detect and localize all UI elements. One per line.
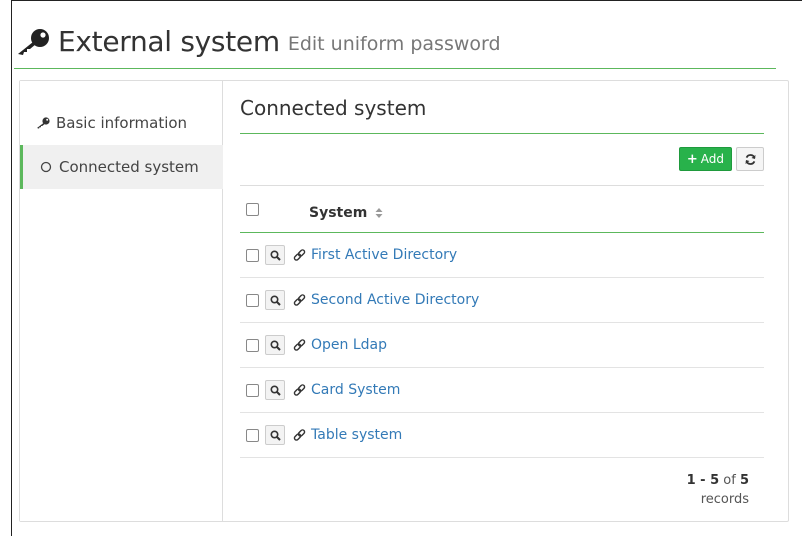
magnifier-icon <box>269 384 281 396</box>
circle-icon <box>40 161 52 173</box>
pager-suffix: records <box>700 492 749 507</box>
row-checkbox[interactable] <box>246 383 259 397</box>
row-checkbox[interactable] <box>246 338 259 352</box>
plus-icon: + <box>686 151 698 167</box>
toolbar: + Add <box>678 147 764 171</box>
pager-total: 5 <box>739 473 749 488</box>
sort-icon <box>375 207 383 218</box>
key-icon <box>37 117 50 129</box>
view-button[interactable] <box>265 290 285 310</box>
view-button[interactable] <box>265 425 285 445</box>
system-link[interactable]: Open Ldap <box>311 337 387 353</box>
magnifier-icon <box>269 339 281 351</box>
sidebar-item-basic-information[interactable]: Basic information <box>20 101 223 145</box>
divider <box>240 185 764 186</box>
table-row: Open Ldap <box>240 323 764 368</box>
view-button[interactable] <box>265 380 285 400</box>
page-subtitle: Edit uniform password <box>287 33 501 55</box>
pager-range: 1 - 5 <box>686 473 720 488</box>
add-button[interactable]: + Add <box>678 147 732 171</box>
link-icon <box>293 293 306 306</box>
section-title: Connected system <box>240 96 764 134</box>
refresh-button[interactable] <box>736 147 764 171</box>
view-button[interactable] <box>265 335 285 355</box>
link-icon <box>293 248 306 261</box>
main-content: Connected system + Add System First Acti… <box>240 81 764 521</box>
table-row: Table system <box>240 413 764 458</box>
system-link[interactable]: First Active Directory <box>311 247 457 263</box>
column-header-label: System <box>309 204 368 221</box>
magnifier-icon <box>269 249 281 261</box>
table-header: System <box>240 193 764 233</box>
system-link[interactable]: Card System <box>311 382 400 398</box>
magnifier-icon <box>269 294 281 306</box>
view-button[interactable] <box>265 245 285 265</box>
add-button-label: Add <box>700 152 724 166</box>
table-row: Card System <box>240 368 764 413</box>
table-row: First Active Directory <box>240 233 764 278</box>
pagination-info: 1 - 5 of 5 records <box>687 471 749 509</box>
column-header-system[interactable]: System <box>309 205 383 221</box>
magnifier-icon <box>269 429 281 441</box>
system-link[interactable]: Table system <box>311 427 402 443</box>
table-row: Second Active Directory <box>240 278 764 323</box>
link-icon <box>293 383 306 396</box>
refresh-icon <box>745 153 755 165</box>
pager-of: of <box>723 473 736 488</box>
page-header: External system Edit uniform password <box>14 16 776 69</box>
select-all-checkbox[interactable] <box>246 203 259 216</box>
sidebar-item-label: Connected system <box>59 158 199 176</box>
sidebar: Basic information Connected system <box>20 81 223 521</box>
row-checkbox[interactable] <box>246 293 259 307</box>
sidebar-item-label: Basic information <box>56 114 188 132</box>
system-link[interactable]: Second Active Directory <box>311 292 479 308</box>
sidebar-item-connected-system[interactable]: Connected system <box>20 145 223 189</box>
link-icon <box>293 338 306 351</box>
key-icon <box>18 29 49 55</box>
content-panel: Basic information Connected system Conne… <box>19 80 789 522</box>
row-checkbox[interactable] <box>246 428 259 442</box>
link-icon <box>293 428 306 441</box>
page-title: External system <box>58 25 280 58</box>
row-checkbox[interactable] <box>246 248 259 262</box>
